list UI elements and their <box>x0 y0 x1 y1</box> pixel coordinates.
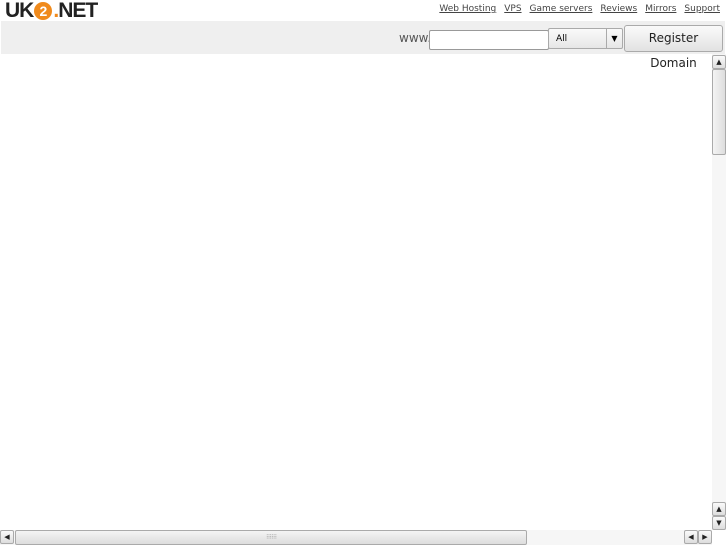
top-nav: Web Hosting VPS Game servers Reviews Mir… <box>439 4 720 14</box>
grip-icon: ⠿⠿⠿ <box>265 533 277 541</box>
domain-input[interactable] <box>429 30 549 50</box>
www-prefix: www. <box>399 31 432 45</box>
scroll-up-icon[interactable]: ▲ <box>712 55 726 69</box>
nav-game-servers[interactable]: Game servers <box>530 4 593 14</box>
nav-web-hosting[interactable]: Web Hosting <box>439 4 496 14</box>
scroll-left-icon[interactable]: ◀ <box>684 530 698 544</box>
chevron-down-icon: ▼ <box>606 29 622 48</box>
tld-selected: All <box>556 34 568 44</box>
vertical-scroll-thumb[interactable] <box>712 69 726 155</box>
scroll-up-icon[interactable]: ▲ <box>712 502 726 516</box>
uk2-logo[interactable]: UK 2. NET <box>5 0 98 22</box>
nav-mirrors[interactable]: Mirrors <box>645 4 676 14</box>
scroll-down-icon[interactable]: ▼ <box>712 516 726 530</box>
nav-vps[interactable]: VPS <box>504 4 521 14</box>
nav-support[interactable]: Support <box>684 4 720 14</box>
scroll-left-icon[interactable]: ◀ <box>0 530 14 544</box>
logo-text: UK <box>5 0 34 22</box>
logo-circle: 2 <box>34 2 53 20</box>
horizontal-scroll-thumb[interactable]: ⠿⠿⠿ <box>15 530 527 545</box>
tld-select[interactable]: All ▼ <box>548 28 623 49</box>
register-domain-button[interactable]: Register Domain <box>624 25 723 70</box>
scroll-right-icon[interactable]: ▶ <box>698 530 712 544</box>
logo-text: NET <box>58 0 98 22</box>
nav-reviews[interactable]: Reviews <box>600 4 637 14</box>
